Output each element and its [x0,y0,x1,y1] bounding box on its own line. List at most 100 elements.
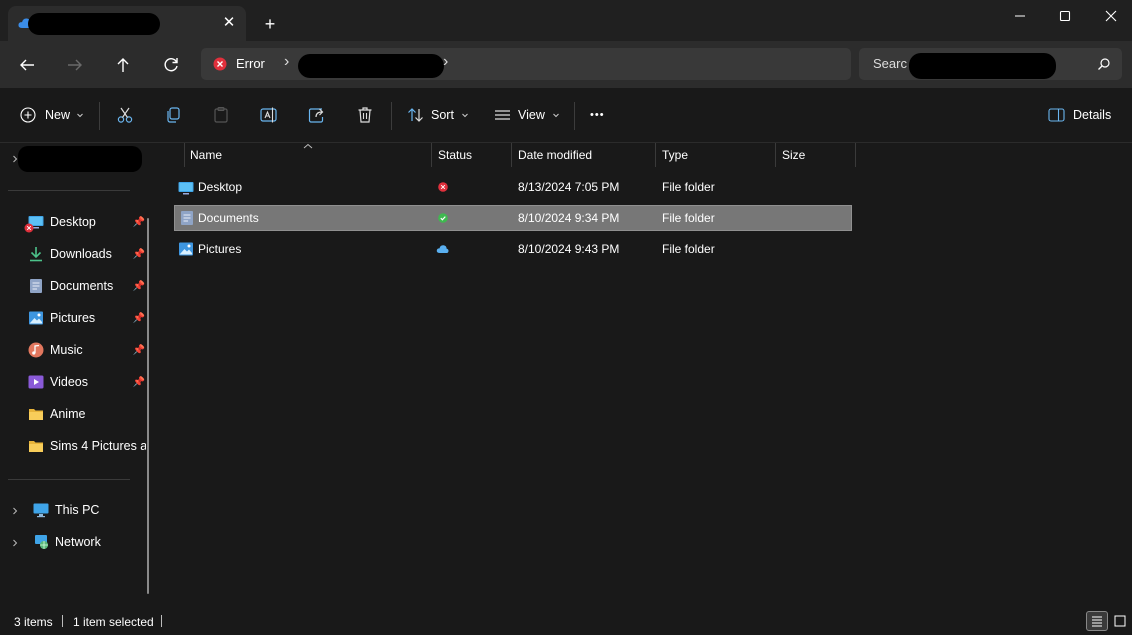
breadcrumb-error[interactable]: Error [236,56,265,71]
column-header-type[interactable]: Type [656,143,776,167]
pictures-icon [179,242,193,256]
copy-icon[interactable] [164,106,182,124]
title-bar: ✕ + [0,0,1132,41]
documents-icon [30,279,42,293]
pictures-icon [29,311,43,325]
chevron-down-icon [553,113,559,118]
back-button[interactable] [15,53,39,77]
divider [8,190,130,191]
new-button[interactable]: New [20,103,85,127]
pin-icon: 📌 [132,344,146,356]
pin-icon: 📌 [132,312,146,324]
item-count: 3 items [14,615,53,629]
this-pc-icon [33,503,49,518]
desktop-icon [178,182,194,195]
chevron-right-icon[interactable] [10,506,20,516]
details-view-toggle[interactable] [1086,611,1108,631]
downloads-icon [30,247,42,262]
sidebar-item-desktop[interactable]: Desktop 📌 [28,210,146,234]
error-icon [213,57,227,71]
refresh-button[interactable] [159,53,183,77]
chevron-right-icon[interactable]: › [443,53,448,71]
pin-icon: 📌 [132,280,146,292]
tab-close-button[interactable]: ✕ [220,14,238,32]
share-icon[interactable] [308,106,326,124]
sync-error-icon [438,182,448,192]
column-header-date-modified[interactable]: Date modified [512,143,656,167]
selection-count: 1 item selected [73,615,154,629]
sort-label: Sort [431,108,454,122]
breadcrumb-redacted [298,54,444,78]
status-bar: 3 items 1 item selected [0,607,1132,635]
sidebar-item-label: Desktop [50,215,96,229]
delete-icon[interactable] [356,106,374,124]
cloud-only-icon [436,245,449,253]
synced-check-icon [438,213,448,223]
column-header-label: Date modified [518,148,593,162]
file-row-desktop[interactable]: Desktop 8/13/2024 7:05 PM File folder [174,175,852,201]
column-header-label: Name [190,148,223,162]
minimize-button[interactable] [1008,6,1032,26]
new-tab-button[interactable]: + [261,14,279,34]
sort-icon [408,108,423,122]
pin-icon: 📌 [132,216,146,228]
sort-button[interactable]: Sort [407,103,470,127]
sidebar-item-pictures[interactable]: Pictures 📌 [28,306,146,330]
sidebar-item-label: Downloads [50,247,112,261]
sidebar-item-documents[interactable]: Documents 📌 [28,274,146,298]
file-name: Documents [198,211,259,225]
sidebar-item-label: Documents [50,279,114,293]
error-badge-icon [24,223,34,233]
details-pane-icon [1048,108,1065,122]
sidebar-item-network[interactable]: Network [33,530,151,554]
close-window-button[interactable] [1099,6,1123,26]
large-icons-view-toggle[interactable] [1110,611,1130,631]
file-list: Name Status Date modified Type Size Desk… [160,143,1132,607]
music-icon [28,342,44,358]
details-button[interactable]: Details [1048,103,1111,127]
column-header-status[interactable]: Status [432,143,512,167]
sidebar-item-downloads[interactable]: Downloads 📌 [28,242,146,266]
separator [391,102,392,130]
more-options-button[interactable]: ••• [590,103,605,127]
file-type: File folder [662,242,715,256]
address-bar[interactable]: Error › › [201,48,851,80]
column-header-size[interactable]: Size [776,143,856,167]
onedrive-account-redacted[interactable] [18,146,142,172]
file-row-documents[interactable]: Documents 8/10/2024 9:34 PM File folder [174,205,852,231]
sidebar-scrollbar[interactable] [147,218,149,594]
search-box[interactable]: Searc [859,48,1122,80]
chevron-right-icon[interactable]: › [284,53,289,71]
sidebar-item-label: This PC [55,503,100,517]
up-button[interactable] [111,53,135,77]
file-row-pictures[interactable]: Pictures 8/10/2024 9:43 PM File folder [174,237,852,263]
tab-active[interactable]: ✕ [8,6,246,41]
file-name: Pictures [198,242,242,256]
view-button[interactable]: View [494,103,561,127]
maximize-button[interactable] [1053,6,1077,26]
sidebar-item-this-pc[interactable]: This PC [33,498,151,522]
new-label: New [45,108,71,122]
rename-icon[interactable] [260,106,278,124]
tiles-view-icon [1114,615,1126,627]
forward-button[interactable] [63,53,87,77]
sidebar-item-anime[interactable]: Anime [28,402,146,426]
chevron-down-icon [462,113,468,118]
file-date: 8/10/2024 9:34 PM [518,211,620,225]
search-icon[interactable] [1097,57,1111,71]
sidebar-item-music[interactable]: Music 📌 [28,338,146,362]
details-label: Details [1073,108,1112,122]
status-divider [62,615,63,627]
chevron-right-icon[interactable] [10,538,20,548]
sidebar-item-label: Videos [50,375,88,389]
column-divider [184,143,185,167]
sidebar-item-sims4-pictures[interactable]: Sims 4 Pictures a [28,434,146,458]
sidebar-item-videos[interactable]: Videos 📌 [28,370,146,394]
chevron-down-icon [77,113,83,118]
cut-icon[interactable] [116,106,134,124]
plus-circle-icon [20,107,36,123]
status-divider [161,615,162,627]
paste-icon[interactable] [212,106,230,124]
folder-icon [29,441,43,452]
column-header-label: Size [782,148,806,162]
